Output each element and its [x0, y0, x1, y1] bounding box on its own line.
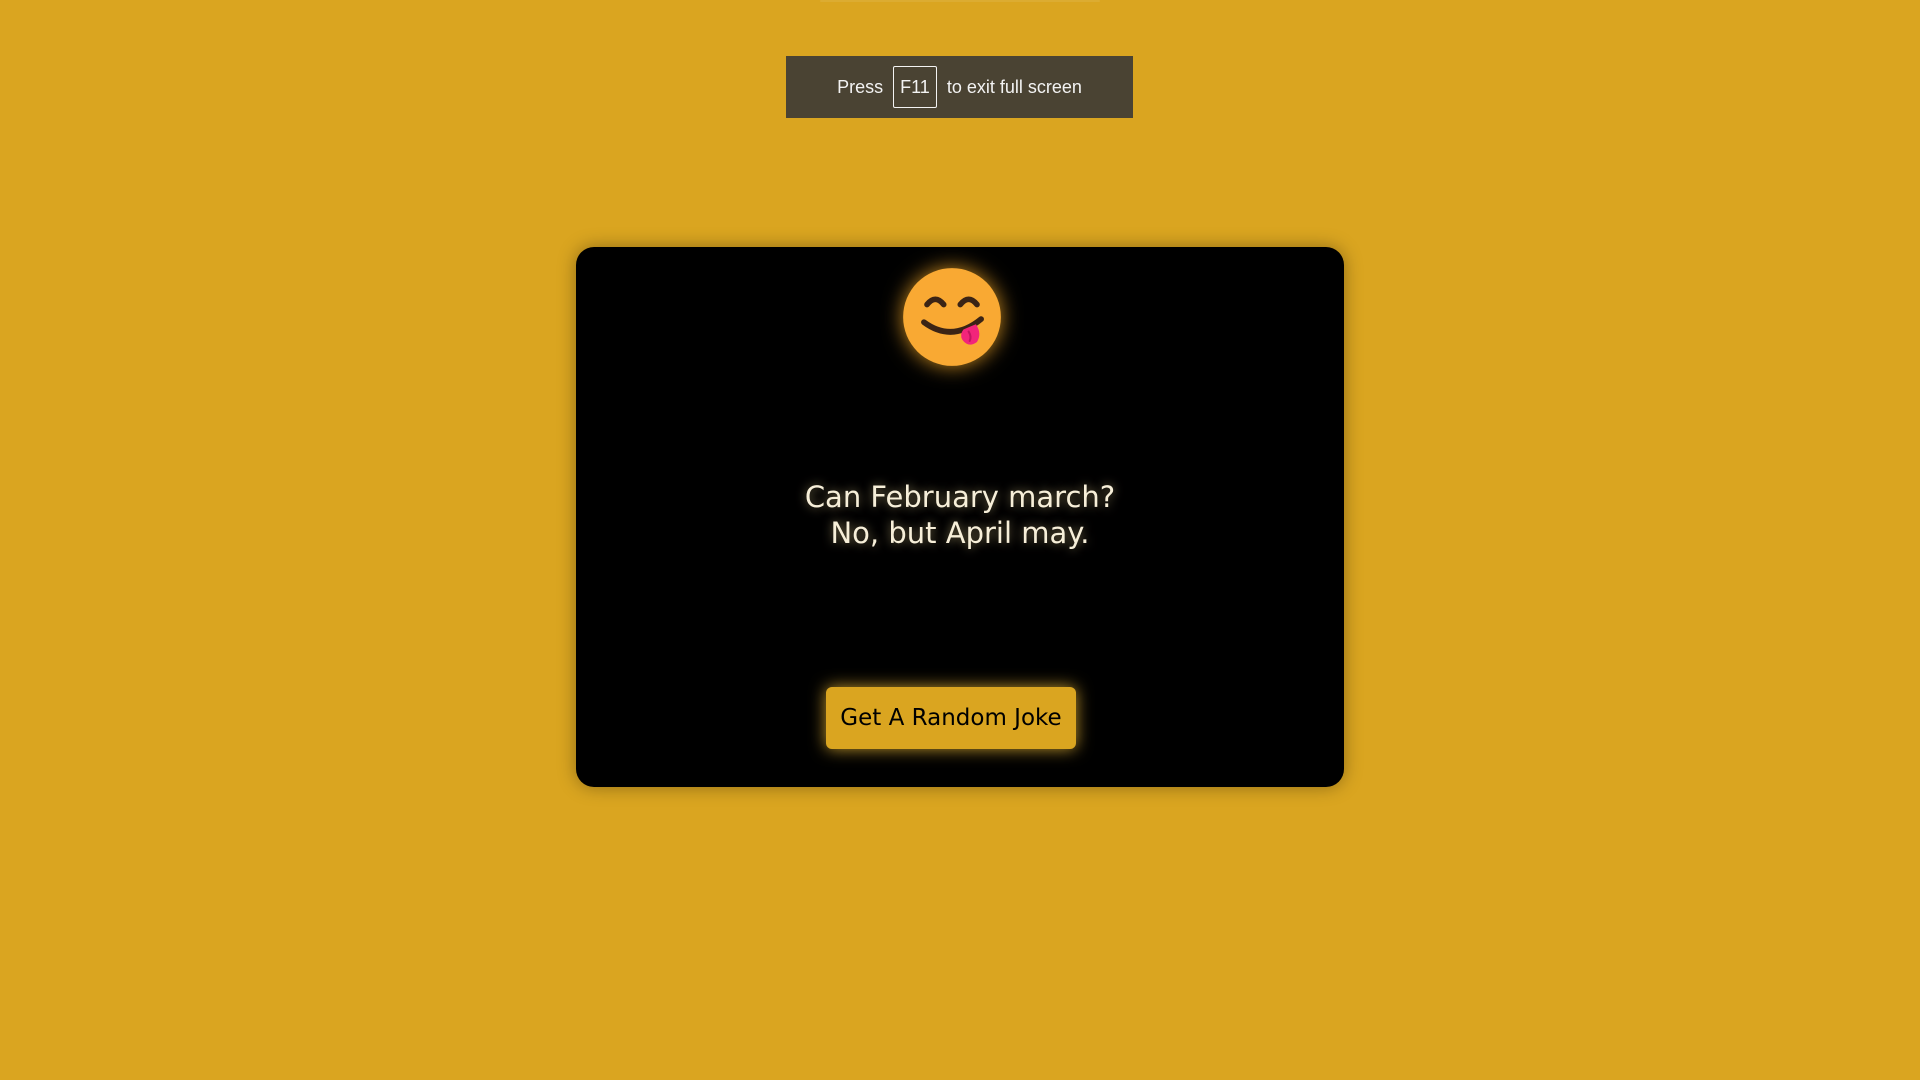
joke-text: Can February march? No, but April may. [576, 479, 1344, 551]
joke-card: Can February march? No, but April may. G… [576, 247, 1344, 787]
fullscreen-handle [820, 0, 1100, 2]
fullscreen-notice: Press F11 to exit full screen [786, 56, 1133, 118]
get-random-joke-button[interactable]: Get A Random Joke [826, 687, 1076, 749]
fullscreen-notice-prefix: Press [837, 76, 884, 97]
fullscreen-notice-suffix: to exit full screen [946, 76, 1082, 97]
joke-punchline: No, but April may. [830, 516, 1090, 550]
fullscreen-key-badge: F11 [893, 66, 937, 108]
face-savoring-food-icon [903, 268, 1001, 366]
joke-setup: Can February march? [804, 480, 1116, 514]
